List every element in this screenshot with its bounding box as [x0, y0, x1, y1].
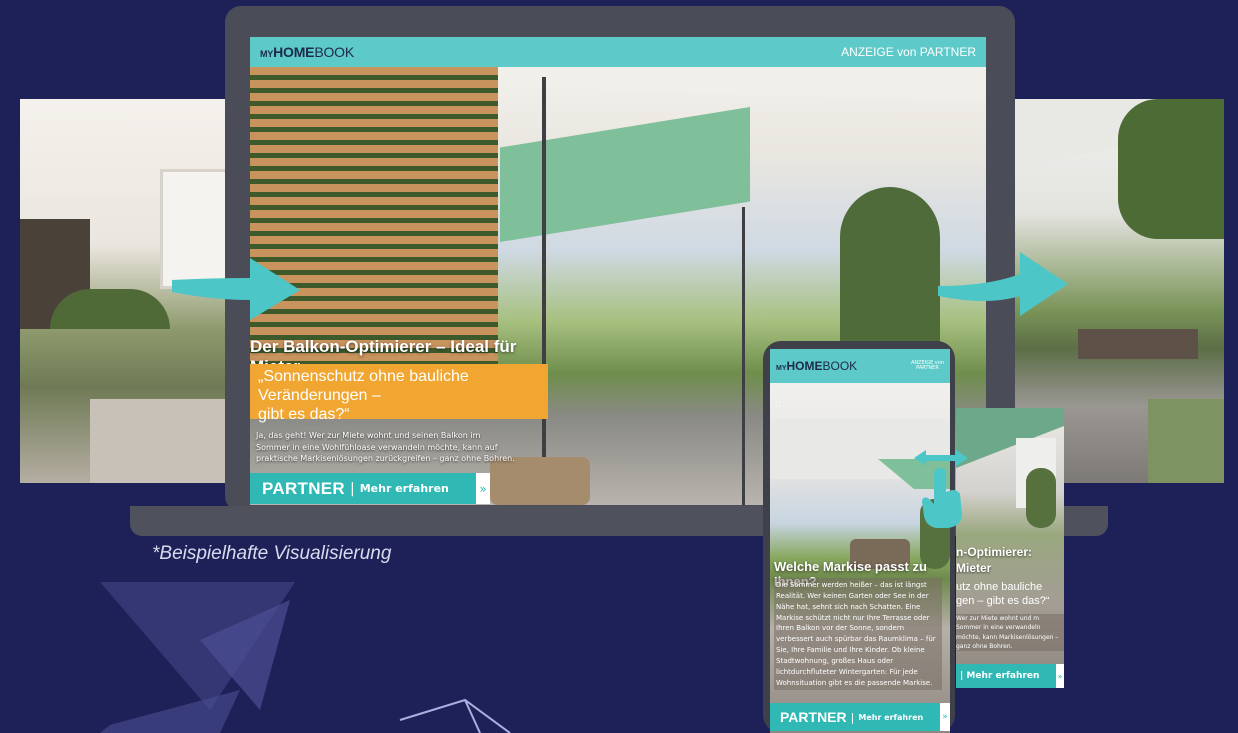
decorative-triangles — [100, 582, 511, 733]
chevron-double-right-icon[interactable]: » — [476, 473, 490, 504]
chevron-double-right-icon[interactable]: » — [1056, 664, 1064, 688]
arrow-right-icon — [938, 252, 1068, 316]
footnote: *Beispielhafte Visualisierung — [152, 543, 392, 564]
cta-separator: | — [350, 480, 355, 497]
quote-line: „Sonnenschutz ohne bauliche Veränderunge… — [258, 368, 469, 405]
arrow-right-icon — [172, 258, 300, 320]
phone-body-text: Die Sommer werden heißer – das ist längs… — [774, 578, 942, 691]
fullscreen-icon[interactable]: ⛶ — [776, 401, 781, 410]
secondary-cta-button[interactable]: | Mehr erfahren — [956, 664, 1056, 688]
cta-separator: | — [850, 710, 855, 724]
quote-line: gibt es das?“ — [258, 406, 350, 424]
cta-brand: PARTNER — [780, 709, 847, 725]
top-bar: MYHOMEBOOK ANZEIGE von PARTNER — [250, 37, 986, 67]
ad-label: ANZEIGE von PARTNER — [841, 45, 976, 59]
phone-screen: MYHOMEBOOK ANZEIGE von PARTNER ⛶ Welche … — [770, 349, 950, 733]
awning-pole — [542, 77, 546, 505]
chevron-double-right-icon[interactable]: » — [940, 703, 950, 731]
cta-label: Mehr erfahren — [858, 712, 924, 722]
awning-pole — [742, 207, 745, 505]
cta-brand: PARTNER — [262, 478, 346, 498]
phone-partner-cta-button[interactable]: PARTNER | Mehr erfahren — [770, 703, 940, 731]
cta-label: Mehr erfahren — [359, 482, 449, 495]
secondary-headline: n-Optimierer: Mieter — [956, 545, 1033, 576]
phone-top-bar: MYHOMEBOOK ANZEIGE von PARTNER — [770, 349, 950, 383]
ad-label: ANZEIGE von PARTNER — [910, 359, 944, 371]
partner-cta-button[interactable]: PARTNER | Mehr erfahren — [250, 473, 476, 504]
secondary-body: Wer zur Miete wohnt und m Sommer in eine… — [956, 614, 1064, 652]
myhomebook-logo[interactable]: MYHOMEBOOK — [260, 44, 354, 60]
privacy-screen-slats — [250, 67, 498, 367]
tree — [840, 187, 940, 367]
swipe-hand-icon — [914, 450, 968, 528]
myhomebook-logo[interactable]: MYHOMEBOOK — [776, 359, 857, 373]
secondary-quote: utz ohne bauliche gen – gibt es das?“ — [956, 581, 1050, 608]
quote-box: „Sonnenschutz ohne bauliche Veränderunge… — [250, 364, 548, 423]
body-text: Ja, das geht! Wer zur Miete wohnt und se… — [256, 431, 515, 464]
